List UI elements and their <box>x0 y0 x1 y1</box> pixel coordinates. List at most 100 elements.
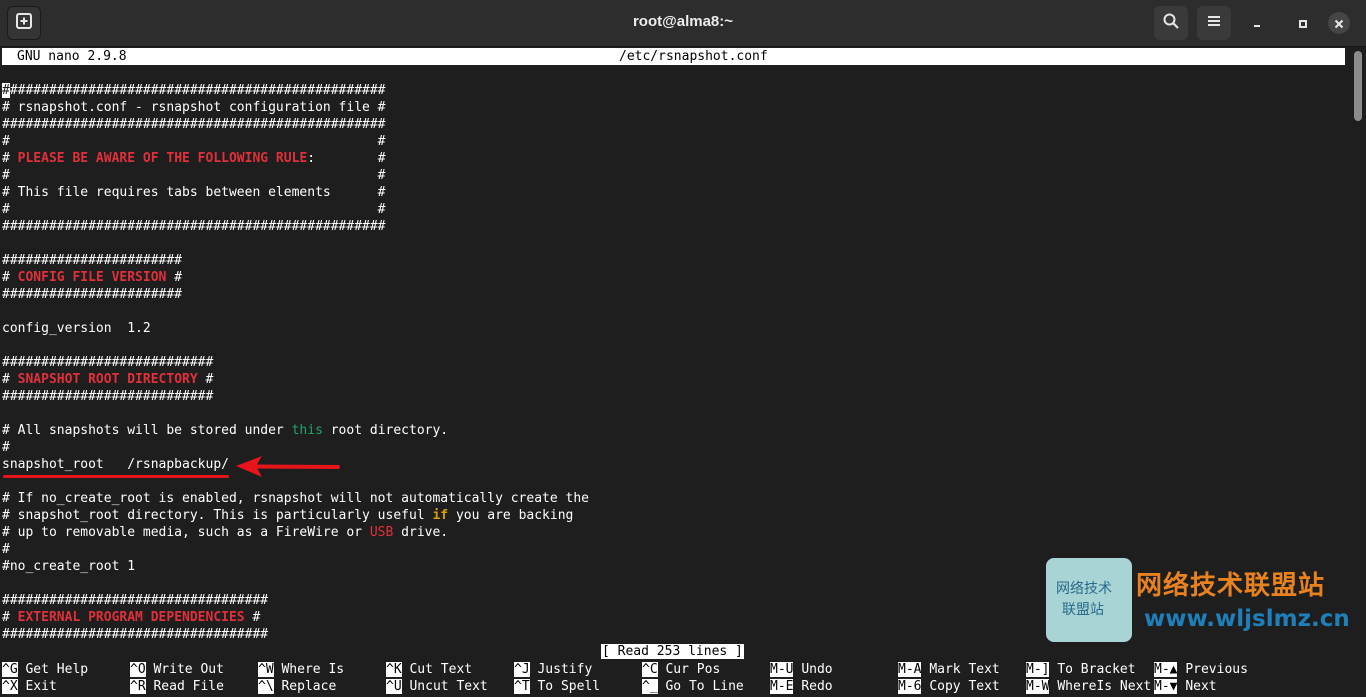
shortcut-item[interactable]: M-] To Bracket <box>1026 661 1136 678</box>
shortcut-label: Write Out <box>153 662 224 677</box>
shortcut-label: Previous <box>1185 662 1248 677</box>
shortcut-label: Next <box>1185 679 1217 694</box>
terminal-scrollbar[interactable] <box>1353 48 1363 648</box>
watermark-title: 网络技术联盟站 <box>1136 571 1326 601</box>
shortcut-item[interactable]: M-▼ Next <box>1154 678 1217 695</box>
shortcut-item[interactable]: M-W WhereIs Next <box>1026 678 1151 695</box>
editor-text-segment: # <box>166 270 183 285</box>
editor-line[interactable] <box>2 337 1347 354</box>
shortcut-key: ^T <box>514 679 530 694</box>
shortcut-label: To Bracket <box>1057 662 1136 677</box>
shortcut-label: Redo <box>801 679 833 694</box>
nano-header-bar: GNU nano 2.9.8 /etc/rsnapshot.conf <box>2 48 1345 65</box>
editor-line[interactable]: # CONFIG FILE VERSION # <box>2 269 1347 286</box>
editor-line[interactable] <box>2 303 1347 320</box>
shortcut-item[interactable]: ^O Write Out <box>130 661 224 678</box>
editor-line[interactable]: # SNAPSHOT ROOT DIRECTORY # <box>2 371 1347 388</box>
shortcut-item[interactable]: ^W Where Is <box>258 661 344 678</box>
editor-text-segment: # All snapshots will be stored under <box>2 423 292 438</box>
shortcut-item[interactable]: M-U Undo <box>770 661 833 678</box>
editor-line[interactable] <box>2 405 1347 422</box>
shortcut-item[interactable]: ^R Read File <box>130 678 224 695</box>
shortcut-item[interactable]: ^\ Replace <box>258 678 336 695</box>
shortcut-item[interactable]: ^G Get Help <box>2 661 88 678</box>
shortcut-label: Get Help <box>25 662 89 677</box>
editor-line[interactable]: ####################### <box>2 286 1347 303</box>
shortcut-key: M-U <box>770 662 794 677</box>
editor-line[interactable]: config_version 1.2 <box>2 320 1347 337</box>
maximize-button[interactable] <box>1292 12 1314 34</box>
shortcut-item[interactable]: M-6 Copy Text <box>898 678 1000 695</box>
editor-line[interactable] <box>2 235 1347 252</box>
shortcut-item[interactable]: ^U Uncut Text <box>386 678 488 695</box>
editor-text-segment: drive. <box>393 525 449 540</box>
editor-line[interactable]: ########################### <box>2 354 1347 371</box>
shortcut-key: ^G <box>2 662 18 677</box>
editor-text-segment: # If no_create_root is enabled, rsnapsho… <box>2 491 589 506</box>
editor-line[interactable]: # If no_create_root is enabled, rsnapsho… <box>2 490 1347 507</box>
shortcut-item[interactable]: M-E Redo <box>770 678 833 695</box>
editor-text-segment: ########################################… <box>2 117 386 132</box>
editor-line[interactable]: # <box>2 541 1347 558</box>
editor-line[interactable]: ########################### <box>2 388 1347 405</box>
shortcut-key: ^\ <box>258 679 274 694</box>
editor-line[interactable]: ########################################… <box>2 116 1347 133</box>
editor-text-segment: ########################### <box>2 355 214 370</box>
search-button[interactable] <box>1154 6 1188 40</box>
shortcut-item[interactable]: ^T To Spell <box>514 678 600 695</box>
shortcut-item[interactable]: M-A Mark Text <box>898 661 1000 678</box>
editor-line[interactable]: ########################################… <box>2 82 1347 99</box>
title-bar: root@alma8:~ <box>0 0 1366 47</box>
scrollbar-thumb[interactable] <box>1354 51 1362 121</box>
editor-line[interactable]: # rsnapshot.conf - rsnapshot configurati… <box>2 99 1347 116</box>
editor-text-segment: snapshot_root /rsnapbackup/ <box>2 457 229 472</box>
editor-line[interactable]: # up to removable media, such as a FireW… <box>2 524 1347 541</box>
editor-line[interactable]: # All snapshots will be stored under thi… <box>2 422 1347 439</box>
editor-line[interactable]: # This file requires tabs between elemen… <box>2 184 1347 201</box>
editor-text-segment: root directory. <box>322 423 449 438</box>
shortcut-item[interactable]: ^C Cur Pos <box>642 661 720 678</box>
watermark-url: www.wljslmz.cn <box>1144 606 1350 632</box>
shortcut-item[interactable]: ^X Exit <box>2 678 57 695</box>
editor-line[interactable]: ########################################… <box>2 218 1347 235</box>
editor-text-segment: # <box>197 372 214 387</box>
watermark-badge-line2: 联盟站 <box>1062 602 1104 618</box>
menu-button[interactable] <box>1197 6 1231 40</box>
shortcut-key: ^U <box>386 679 402 694</box>
annotation-arrow-icon <box>236 456 340 477</box>
watermark-logo: 网络技术 联盟站 <box>1046 558 1132 642</box>
shortcut-label: Replace <box>281 679 337 694</box>
editor-line[interactable]: # PLEASE BE AWARE OF THE FOLLOWING RULE:… <box>2 150 1347 167</box>
shortcut-key: ^J <box>514 662 530 677</box>
shortcut-item[interactable]: ^J Justify <box>514 661 592 678</box>
editor-line[interactable]: snapshot_root /rsnapbackup/ <box>2 456 1347 473</box>
editor-text-segment: # # <box>2 134 386 149</box>
shortcut-item[interactable]: ^K Cut Text <box>386 661 472 678</box>
editor-line[interactable]: ####################### <box>2 252 1347 269</box>
shortcut-label: Mark Text <box>929 662 1000 677</box>
shortcut-key: M-W <box>1026 679 1050 694</box>
close-button[interactable] <box>1328 12 1350 34</box>
editor-line[interactable]: # # <box>2 201 1347 218</box>
shortcut-key: M-▼ <box>1154 679 1178 694</box>
editor-line[interactable]: # # <box>2 167 1347 184</box>
shortcut-label: To Spell <box>537 679 601 694</box>
editor-text-segment: # rsnapshot.conf - rsnapshot configurati… <box>2 100 386 115</box>
minimize-button[interactable] <box>1246 12 1268 34</box>
shortcut-item[interactable]: ^_ Go To Line <box>642 678 744 695</box>
editor-text-area[interactable]: ########################################… <box>2 82 1347 643</box>
editor-text-segment: ####################### <box>2 253 183 268</box>
close-icon <box>1334 14 1344 33</box>
editor-line[interactable]: # # <box>2 133 1347 150</box>
editor-text-segment: ########################### <box>2 389 214 404</box>
editor-text-segment: # up to removable media, such as a FireW… <box>2 525 370 540</box>
editor-line[interactable]: # <box>2 439 1347 456</box>
shortcut-label: Cut Text <box>409 662 473 677</box>
shortcut-item[interactable]: M-▲ Previous <box>1154 661 1248 678</box>
hamburger-menu-icon <box>1206 13 1222 33</box>
nano-filename: /etc/rsnapshot.conf <box>619 49 768 64</box>
editor-line[interactable]: # snapshot_root directory. This is parti… <box>2 507 1347 524</box>
nano-version: GNU nano 2.9.8 <box>17 49 127 64</box>
editor-text-segment: # This file requires tabs between elemen… <box>2 185 386 200</box>
editor-text-segment: # <box>2 270 18 285</box>
